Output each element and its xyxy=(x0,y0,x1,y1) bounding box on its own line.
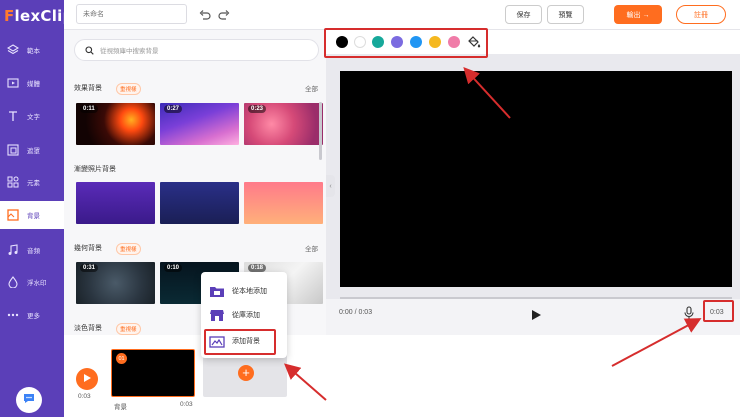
timeline-time: 0:03 xyxy=(78,393,91,400)
sidebar-item-text[interactable]: 文字 xyxy=(0,102,64,130)
chevron-left-icon: ‹ xyxy=(329,182,332,190)
add-clip-button[interactable]: + xyxy=(238,365,254,381)
watermark-icon xyxy=(6,275,20,289)
sidebar-item-audio[interactable]: 音頻 xyxy=(0,236,64,264)
thumbnail-gradient-1[interactable] xyxy=(76,182,155,224)
undo-icon[interactable] xyxy=(198,8,212,22)
sidebar-item-watermark[interactable]: 浮水印 xyxy=(0,268,64,296)
highlight-color-toolbar xyxy=(324,28,488,58)
sidebar: FlexClip 範本 媒體 文字 遮罩 元素 背景 音頻 浮水印 更多 xyxy=(0,0,73,417)
thumbnail-effect-1[interactable]: 0:11 xyxy=(76,103,155,145)
preview-button[interactable]: 預覽 xyxy=(547,5,584,24)
more-icon xyxy=(6,308,20,322)
sidebar-item-elements[interactable]: 元素 xyxy=(0,168,64,196)
highlight-total-time xyxy=(703,300,734,322)
sidebar-item-more[interactable]: 更多 xyxy=(0,301,64,329)
redo-icon[interactable] xyxy=(217,8,231,22)
store-icon xyxy=(209,307,225,323)
timeline-clip[interactable]: 01 xyxy=(111,349,195,397)
clip-label: 背景 xyxy=(114,404,127,411)
section-title-effects: 效果背景 xyxy=(74,85,102,92)
menu-item-add-library[interactable]: 從庫添加 xyxy=(209,304,281,326)
clip-duration: 0:03 xyxy=(180,401,193,408)
login-button[interactable]: 註冊 xyxy=(676,5,726,24)
media-icon xyxy=(6,76,20,90)
elements-icon xyxy=(6,175,20,189)
thumbnail-effect-3[interactable]: 0:23 xyxy=(244,103,323,145)
highlight-add-background xyxy=(204,329,276,355)
play-icon[interactable] xyxy=(530,308,542,320)
see-all-link[interactable]: 全部 xyxy=(305,243,318,253)
layers-icon xyxy=(6,43,20,57)
mask-icon xyxy=(6,143,20,157)
play-icon xyxy=(82,370,92,388)
section-badge: 重視樣 xyxy=(116,323,141,335)
sidebar-item-background[interactable]: 背景 xyxy=(0,201,64,229)
local-folder-icon xyxy=(209,283,225,299)
section-badge: 重視樣 xyxy=(116,83,141,95)
project-title-input[interactable] xyxy=(76,4,187,24)
timeline-play-button[interactable] xyxy=(76,368,98,390)
sidebar-item-templates[interactable]: 範本 xyxy=(0,36,64,64)
see-all-link[interactable]: 全部 xyxy=(305,83,318,93)
panel-scrollbar[interactable] xyxy=(319,102,322,160)
thumbnail-gradient-2[interactable] xyxy=(160,182,239,224)
top-bar: 保存 預覽 輸出 → 註冊 xyxy=(64,0,740,30)
timeline: 0:03 01 背景 0:03 + xyxy=(64,335,740,417)
current-time: 0:00 / 0:03 xyxy=(339,309,373,316)
microphone-icon[interactable] xyxy=(683,306,695,320)
video-canvas[interactable] xyxy=(340,71,732,287)
chat-icon xyxy=(22,391,36,410)
progress-bar[interactable] xyxy=(340,297,732,299)
section-title-geometric: 幾何背景 xyxy=(74,245,102,252)
menu-item-add-local[interactable]: 從本地添加 xyxy=(209,280,281,302)
export-button[interactable]: 輸出 → xyxy=(614,5,662,24)
sidebar-item-mask[interactable]: 遮罩 xyxy=(0,136,64,164)
search-icon xyxy=(85,45,94,55)
music-icon xyxy=(6,243,20,257)
collapse-panel-button[interactable]: ‹ xyxy=(326,175,335,197)
thumbnail-gradient-3[interactable] xyxy=(244,182,323,224)
search-input[interactable]: 從視頻庫中搜索背景 xyxy=(74,39,319,61)
section-badge: 重視樣 xyxy=(116,243,141,255)
section-title-gradient: 漸變照片背景 xyxy=(74,166,116,173)
thumbnail-geometric-1[interactable]: 0:31 xyxy=(76,262,155,304)
save-button[interactable]: 保存 xyxy=(505,5,542,24)
background-icon xyxy=(6,208,20,222)
text-icon xyxy=(6,109,20,123)
clip-number: 01 xyxy=(116,353,127,364)
section-title-solid: 淡色背景 xyxy=(74,325,102,332)
chat-button[interactable] xyxy=(16,387,42,413)
sidebar-item-media[interactable]: 媒體 xyxy=(0,69,64,97)
thumbnail-effect-2[interactable]: 0:27 xyxy=(160,103,239,145)
